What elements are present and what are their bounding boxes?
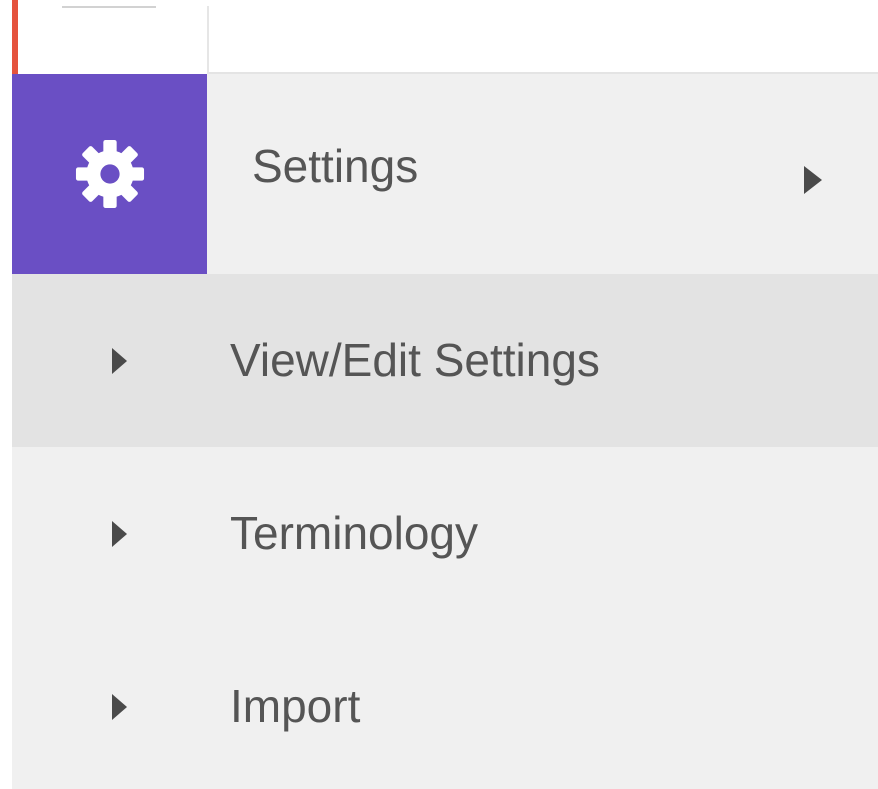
top-bar [209,0,878,74]
settings-icon-tile [12,74,207,274]
submenu-item-label: View/Edit Settings [230,334,600,386]
active-accent-bar [12,0,18,76]
settings-label: Settings [252,140,419,192]
submenu-item-import[interactable]: Import [12,620,878,789]
triangle-right-icon [112,521,127,547]
triangle-right-icon [112,694,127,720]
triangle-right-icon [804,166,822,194]
gear-icon [75,139,144,209]
settings-submenu: View/Edit Settings Terminology Import [12,274,878,789]
submenu-item-label: Terminology [230,507,478,559]
submenu-item-terminology[interactable]: Terminology [12,447,878,620]
submenu-item-label: Import [230,680,361,732]
settings-menu-header[interactable]: Settings [12,74,878,274]
submenu-item-view-edit-settings[interactable]: View/Edit Settings [12,274,878,447]
triangle-right-icon [112,348,127,374]
top-tab-divider [62,6,156,8]
page: Settings View/Edit Settings Terminology … [0,0,878,789]
top-tab-area [12,0,208,74]
